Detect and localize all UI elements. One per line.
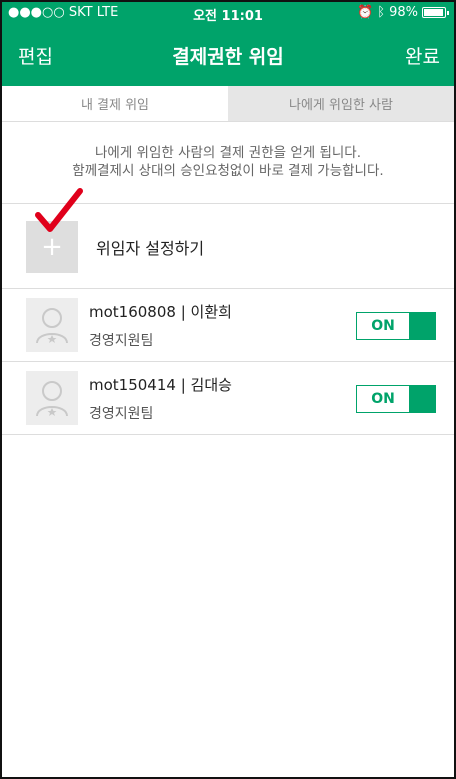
add-delegate-label: 위임자 설정하기 <box>96 239 205 258</box>
delegate-name: mot150414 | 김대승 <box>89 376 232 394</box>
user-placeholder-icon <box>36 308 68 344</box>
user-placeholder-icon <box>36 381 68 417</box>
delegate-team: 경영지원팀 <box>89 333 154 349</box>
description-line-1: 나에게 위임한 사람의 결제 권한을 얻게 됩니다. <box>94 145 362 161</box>
phone-screen: ●●●○○ SKT LTE 오전 11:01 ⏰ ᛒ 98% 편집 결제권한 위… <box>0 0 456 779</box>
list-item[interactable]: mot150414 | 김대승 경영지원팀 ON <box>2 363 454 435</box>
alarm-icon: ⏰ <box>357 5 374 20</box>
toggle-label: ON <box>371 318 395 334</box>
toggle-knob <box>409 386 435 412</box>
nav-bar: 편집 결제권한 위임 완료 <box>2 24 454 86</box>
segmented-tabs: 내 결제 위임 나에게 위임한 사람 <box>2 86 454 122</box>
battery-icon <box>422 7 449 18</box>
tab-delegated-to-me[interactable]: 나에게 위임한 사람 <box>228 86 454 121</box>
delegate-toggle[interactable]: ON <box>356 385 436 413</box>
bluetooth-icon: ᛒ <box>377 5 386 20</box>
toggle-label: ON <box>371 391 395 407</box>
avatar <box>26 298 78 352</box>
battery-percent: 98% <box>389 5 418 20</box>
status-bar: ●●●○○ SKT LTE 오전 11:01 ⏰ ᛒ 98% <box>2 2 454 24</box>
done-button[interactable]: 완료 <box>405 42 440 69</box>
add-delegate-row[interactable]: + 위임자 설정하기 <box>2 188 454 289</box>
page-title: 결제권한 위임 <box>172 46 284 68</box>
description-line-2: 함께결제시 상대의 승인요청없이 바로 결제 가능합니다. <box>72 163 384 179</box>
toggle-knob <box>409 313 435 339</box>
status-right: ⏰ ᛒ 98% <box>357 5 449 20</box>
delegate-name: mot160808 | 이환희 <box>89 303 232 321</box>
delegate-toggle[interactable]: ON <box>356 312 436 340</box>
delegate-team: 경영지원팀 <box>89 406 154 422</box>
tab-my-delegation[interactable]: 내 결제 위임 <box>2 86 228 121</box>
red-checkmark-annotation <box>35 188 83 232</box>
list-item[interactable]: mot160808 | 이환희 경영지원팀 ON <box>2 290 454 362</box>
avatar <box>26 371 78 425</box>
